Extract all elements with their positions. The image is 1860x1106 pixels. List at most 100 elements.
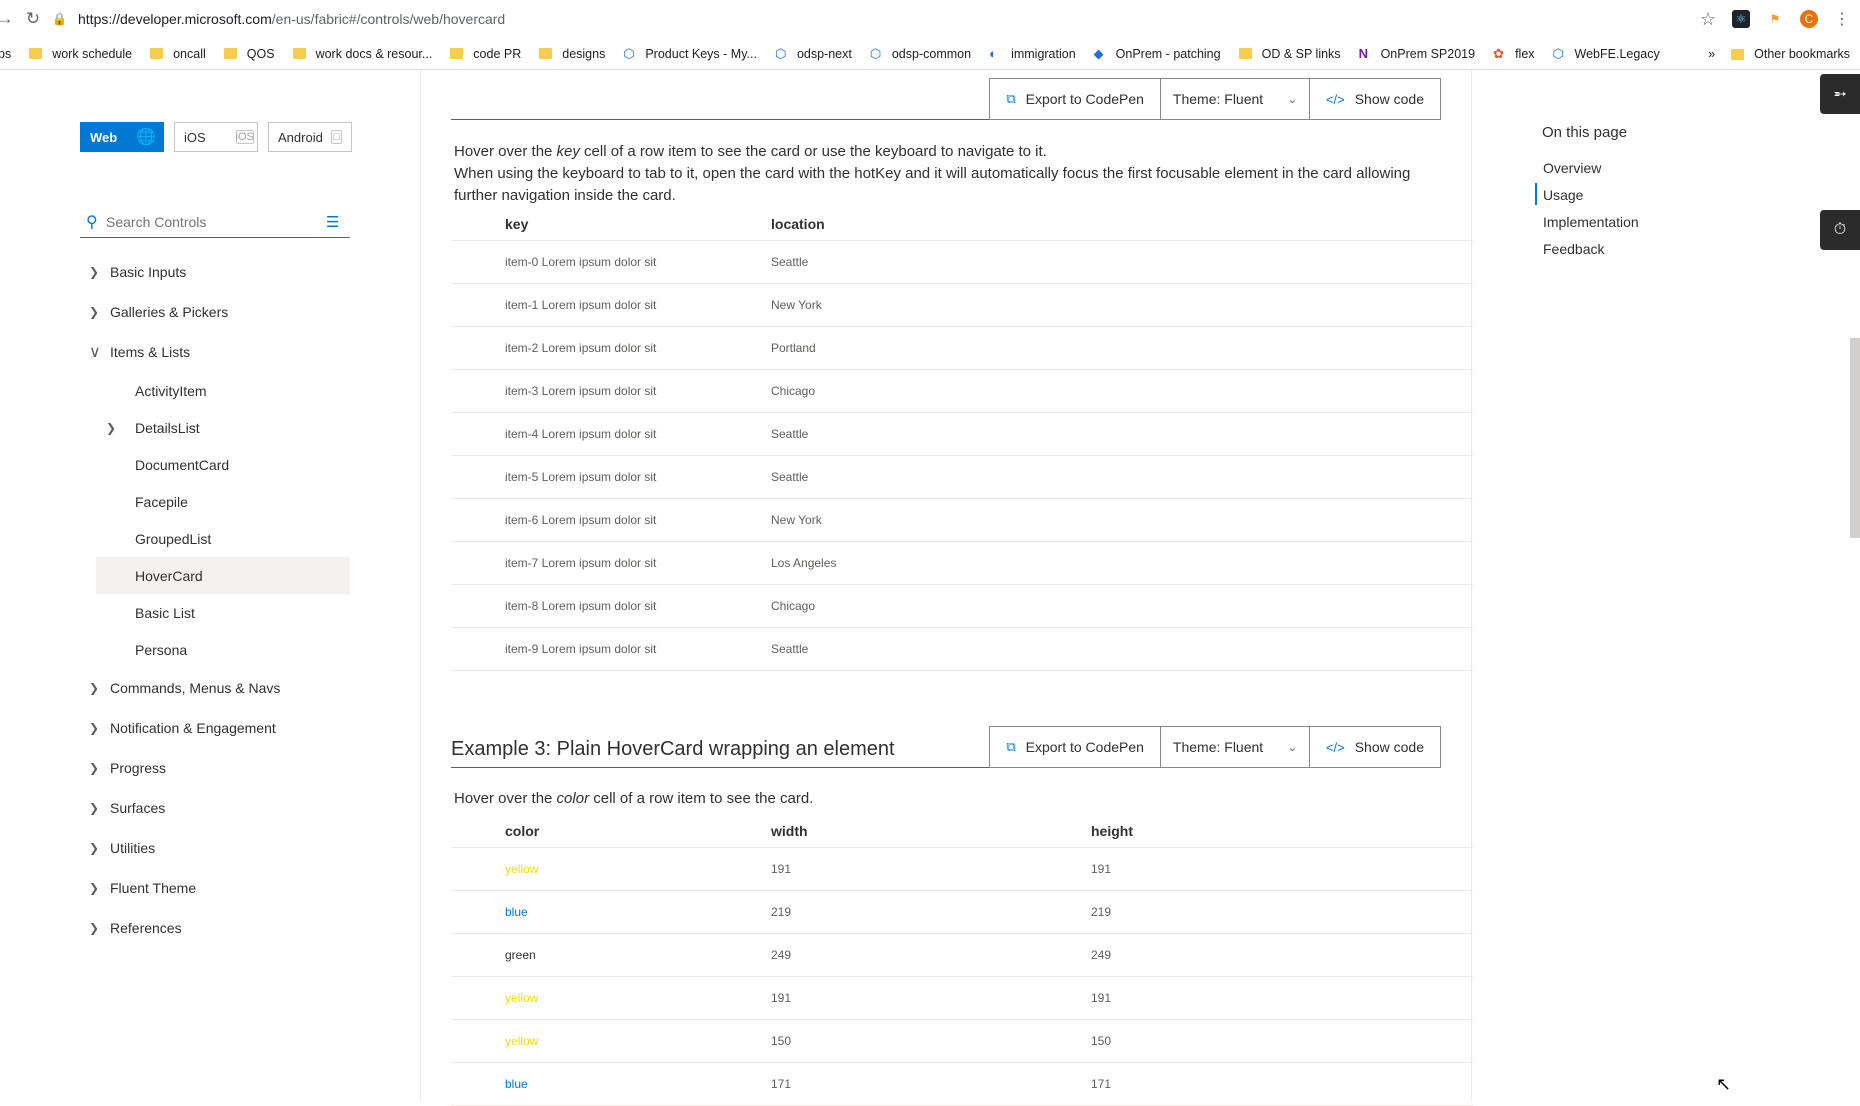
table-row[interactable]: item-9 Lorem ipsum dolor sit Seattle [451, 628, 1473, 671]
bookmark-item[interactable]: ps [0, 47, 11, 61]
toc-link-overview[interactable]: Overview [1542, 154, 1639, 181]
bookmark-item[interactable]: ⬡ Product Keys - My... [623, 46, 757, 61]
table-row[interactable]: yellow 191 191 [451, 848, 1473, 891]
key-cell[interactable]: item-6 Lorem ipsum dolor sit [451, 513, 771, 527]
nav-item-basic-list[interactable]: Basic List [80, 594, 350, 631]
nav-group[interactable]: ❯ Fluent Theme [80, 868, 350, 908]
address-bar[interactable]: 🔒 https://developer.microsoft.com/en-us/… [44, 4, 1700, 34]
react-devtools-icon[interactable]: ⚛ [1732, 10, 1750, 28]
bookmark-item[interactable]: oncall [150, 47, 206, 61]
theme-dropdown[interactable]: Theme: Fluent ⌄ [1159, 726, 1310, 768]
bookmark-item[interactable]: ✿ flex [1493, 46, 1534, 61]
expand-icon[interactable]: ➵ [1820, 74, 1860, 114]
color-cell[interactable]: green [451, 948, 771, 962]
toc-link-implementation[interactable]: Implementation [1542, 208, 1639, 235]
column-header[interactable]: key [451, 216, 771, 232]
toc-link-usage[interactable]: Usage [1535, 181, 1639, 208]
list-view-icon[interactable]: ☰ [326, 213, 350, 231]
column-header[interactable]: height [1091, 823, 1411, 839]
nav-group[interactable]: ❯ Basic Inputs [80, 252, 350, 292]
color-cell[interactable]: yellow [451, 862, 771, 876]
platform-ios-button[interactable]: iOS iOS [174, 122, 258, 152]
table-row[interactable]: yellow 150 150 [451, 1020, 1473, 1063]
key-cell[interactable]: item-0 Lorem ipsum dolor sit [451, 255, 771, 269]
column-header[interactable]: location [771, 216, 1091, 232]
bookmark-item[interactable]: designs [539, 47, 605, 61]
color-cell[interactable]: blue [451, 1077, 771, 1091]
key-cell[interactable]: item-4 Lorem ipsum dolor sit [451, 427, 771, 441]
table-row[interactable]: item-2 Lorem ipsum dolor sit Portland [451, 327, 1473, 370]
nav-group[interactable]: ❯ Notification & Engagement [80, 708, 350, 748]
table-row[interactable]: item-1 Lorem ipsum dolor sit New York [451, 284, 1473, 327]
bookmark-item[interactable]: ⬡ odsp-next [775, 46, 852, 61]
nav-group[interactable]: ❯ References [80, 908, 350, 948]
column-header[interactable]: width [771, 823, 1091, 839]
nav-group[interactable]: ∨ Items & Lists [80, 332, 350, 372]
nav-item-groupedlist[interactable]: GroupedList [80, 520, 350, 557]
nav-item-hovercard[interactable]: HoverCard [96, 557, 350, 594]
nav-item-persona[interactable]: Persona [80, 631, 350, 668]
table-row[interactable]: item-4 Lorem ipsum dolor sit Seattle [451, 413, 1473, 456]
menu-icon[interactable]: ⋮ [1834, 9, 1850, 29]
table-header: color width height [451, 814, 1473, 848]
bookmark-item[interactable]: ⬡ WebFE.Legacy [1553, 46, 1660, 61]
reload-icon[interactable]: ↻ [22, 8, 44, 30]
color-cell[interactable]: yellow [451, 1034, 771, 1048]
star-icon[interactable]: ☆ [1700, 9, 1716, 30]
nav-group[interactable]: ❯ Commands, Menus & Navs [80, 668, 350, 708]
bookmark-item[interactable]: ◆ OnPrem - patching [1094, 46, 1221, 61]
nav-item-detailslist[interactable]: ❯ DetailsList [80, 409, 350, 446]
nav-group[interactable]: ❯ Galleries & Pickers [80, 292, 350, 332]
bookmark-item[interactable]: QOS [223, 47, 275, 61]
platform-android-button[interactable]: Android □ [268, 122, 352, 152]
key-cell[interactable]: item-9 Lorem ipsum dolor sit [451, 642, 771, 656]
theme-dropdown[interactable]: Theme: Fluent ⌄ [1159, 78, 1310, 120]
table-row[interactable]: blue 219 219 [451, 891, 1473, 934]
key-cell[interactable]: item-3 Lorem ipsum dolor sit [451, 384, 771, 398]
table-row[interactable]: item-0 Lorem ipsum dolor sit Seattle [451, 241, 1473, 284]
bookmark-item[interactable]: code PR [450, 47, 521, 61]
column-header[interactable]: color [451, 823, 771, 839]
nav-item-activityitem[interactable]: ActivityItem [80, 372, 350, 409]
extension-icon[interactable]: ⚑ [1766, 10, 1784, 28]
scrollbar[interactable] [1850, 338, 1860, 538]
bookmark-item[interactable]: ⬡ odsp-common [870, 46, 971, 61]
toc-link-feedback[interactable]: Feedback [1542, 235, 1639, 262]
timer-icon[interactable]: ⏱ [1820, 210, 1860, 250]
back-arrow-icon[interactable]: → [0, 8, 10, 30]
more-bookmarks-icon[interactable]: » [1708, 47, 1715, 61]
nav-group[interactable]: ❯ Surfaces [80, 788, 350, 828]
key-cell[interactable]: item-5 Lorem ipsum dolor sit [451, 470, 771, 484]
export-codepen-button[interactable]: ⧉ Export to CodePen [989, 78, 1161, 120]
nav-item-documentcard[interactable]: DocumentCard [80, 446, 350, 483]
color-cell[interactable]: yellow [451, 991, 771, 1005]
bookmark-item[interactable]: N OnPrem SP2019 [1359, 46, 1476, 61]
table-row[interactable]: item-5 Lorem ipsum dolor sit Seattle [451, 456, 1473, 499]
key-cell[interactable]: item-8 Lorem ipsum dolor sit [451, 599, 771, 613]
key-cell[interactable]: item-1 Lorem ipsum dolor sit [451, 298, 771, 312]
color-cell[interactable]: blue [451, 905, 771, 919]
nav-group[interactable]: ❯ Progress [80, 748, 350, 788]
table-row[interactable]: yellow 191 191 [451, 977, 1473, 1020]
show-code-button[interactable]: </> Show code [1308, 78, 1441, 120]
bookmark-item[interactable]: work schedule [29, 47, 132, 61]
table-row[interactable]: item-7 Lorem ipsum dolor sit Los Angeles [451, 542, 1473, 585]
other-bookmarks[interactable]: Other bookmarks [1731, 47, 1850, 61]
bookmark-item[interactable]: work docs & resour... [292, 47, 432, 61]
key-cell[interactable]: item-7 Lorem ipsum dolor sit [451, 556, 771, 570]
key-cell[interactable]: item-2 Lorem ipsum dolor sit [451, 341, 771, 355]
table-row[interactable]: blue 171 171 [451, 1063, 1473, 1106]
bookmark-item[interactable]: ◐ immigration [989, 46, 1076, 61]
export-codepen-button[interactable]: ⧉ Export to CodePen [989, 726, 1161, 768]
nav-item-facepile[interactable]: Facepile [80, 483, 350, 520]
bookmark-item[interactable]: OD & SP links [1238, 47, 1341, 61]
nav-group[interactable]: ❯ Utilities [80, 828, 350, 868]
profile-avatar[interactable]: C [1800, 10, 1818, 28]
table-row[interactable]: item-8 Lorem ipsum dolor sit Chicago [451, 585, 1473, 628]
show-code-button[interactable]: </> Show code [1308, 726, 1441, 768]
table-row[interactable]: item-6 Lorem ipsum dolor sit New York [451, 499, 1473, 542]
platform-web-button[interactable]: Web 🌐 [80, 122, 164, 152]
table-row[interactable]: green 249 249 [451, 934, 1473, 977]
search-input[interactable] [106, 213, 326, 230]
table-row[interactable]: item-3 Lorem ipsum dolor sit Chicago [451, 370, 1473, 413]
